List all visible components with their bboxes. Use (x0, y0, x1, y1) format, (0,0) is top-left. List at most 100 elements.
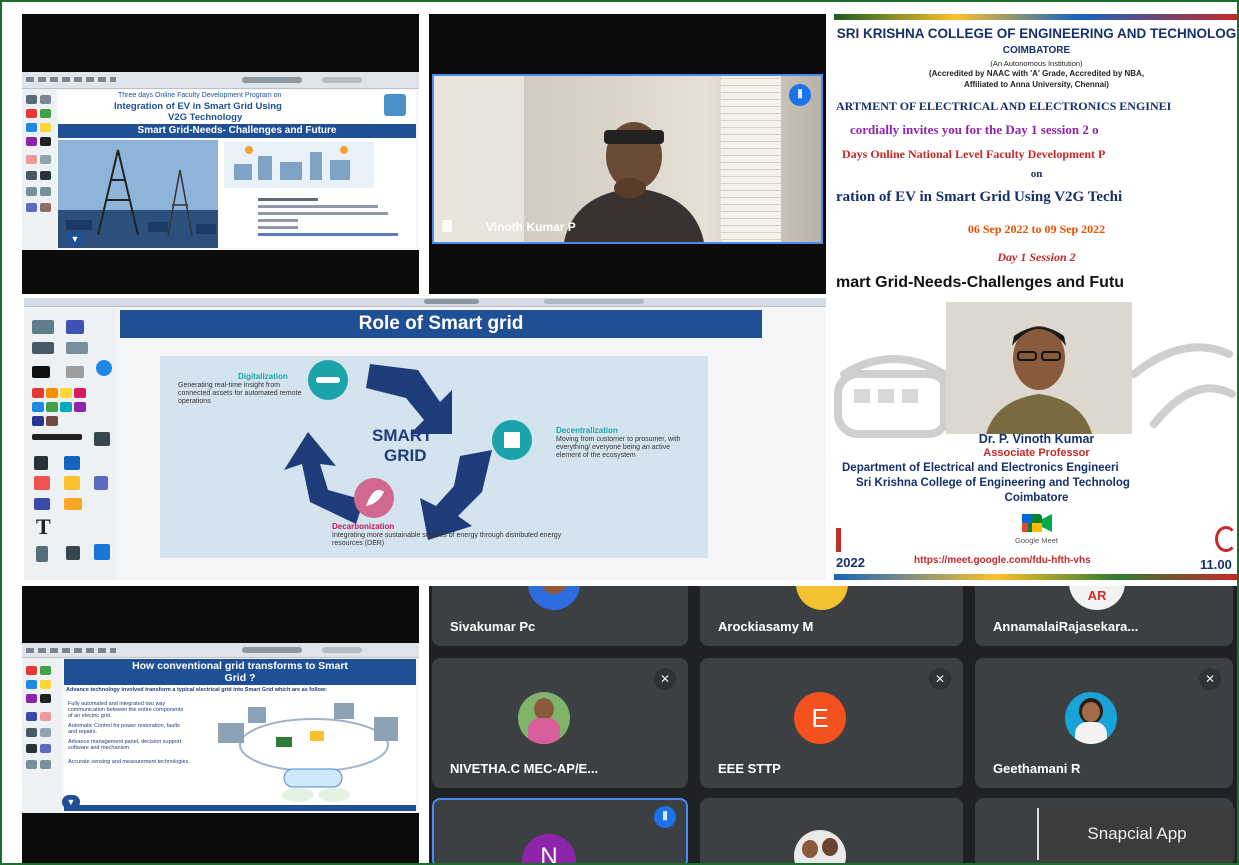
color-cyan-swatch[interactable] (60, 402, 72, 412)
text-tool-icon[interactable]: T (36, 514, 51, 540)
color-black-swatch[interactable] (40, 694, 51, 703)
color-black-swatch[interactable] (40, 137, 51, 146)
autonomous-note: (An Autonomous Institution) (990, 59, 1083, 68)
color-yellow-swatch[interactable] (60, 388, 72, 398)
pen-tool-icon[interactable] (26, 712, 37, 721)
timer-tool-icon[interactable] (36, 546, 48, 562)
tool-palette-3[interactable] (22, 658, 62, 813)
top-stripe (834, 14, 1237, 20)
color-blue-swatch[interactable] (26, 680, 37, 689)
tool-palette-2[interactable]: T (24, 308, 116, 580)
pointer-tool-icon[interactable] (34, 456, 48, 470)
participant-tile-8[interactable] (700, 798, 963, 863)
slide-3-title-line1: How conventional grid transforms to Smar… (132, 660, 348, 672)
redo-tool-icon[interactable] (40, 187, 51, 196)
nav-down-button[interactable]: ▼ (66, 232, 84, 246)
color-blue-swatch[interactable] (26, 123, 37, 132)
participant-3-name: AnnamalaiRajasekara... (993, 619, 1139, 634)
color-purple-swatch[interactable] (26, 137, 37, 146)
color-green-swatch[interactable] (40, 666, 51, 675)
save-tool-icon[interactable] (94, 432, 110, 446)
color-green-swatch[interactable] (46, 402, 58, 412)
color-red-swatch[interactable] (32, 388, 44, 398)
participant-1-avatar (528, 586, 580, 610)
color-green-swatch[interactable] (40, 109, 51, 118)
slide-window-3: How conventional grid transforms to Smar… (22, 643, 419, 813)
speaker-video-tile[interactable]: ⦀ Vinoth Kumar P (429, 14, 826, 294)
calendar-tool-icon[interactable] (94, 544, 110, 560)
pin-icon[interactable] (442, 220, 452, 232)
participant-tile-4[interactable]: ✕ NIVETHA.C MEC-AP/E... (432, 658, 688, 788)
shape-tool-icon[interactable] (40, 155, 51, 164)
college-city: COIMBATORE (1002, 45, 1071, 56)
undo-tool-icon[interactable] (26, 187, 37, 196)
speaker-portrait-image (946, 302, 1132, 434)
digitalization-text: Generating real-time insight from connec… (178, 382, 302, 405)
color-black-swatch[interactable] (32, 366, 50, 378)
zoom-tool-icon[interactable] (26, 203, 37, 212)
color-blue-swatch[interactable] (32, 402, 44, 412)
eraser-tool-icon[interactable] (40, 712, 51, 721)
color-orange-swatch[interactable] (46, 388, 58, 398)
color-yellow-swatch[interactable] (40, 680, 51, 689)
undo-tool-icon[interactable] (66, 546, 80, 560)
eraser-tool-icon[interactable] (34, 476, 50, 490)
color-darkblue-swatch[interactable] (32, 416, 44, 426)
line-tool-icon[interactable] (34, 498, 50, 510)
participant-tile-2[interactable]: Arockiasamy M (700, 586, 963, 646)
undo-tool-icon[interactable] (26, 760, 37, 769)
text-tool-icon[interactable] (40, 171, 51, 180)
color-red-swatch[interactable] (26, 666, 37, 675)
highlighter-tool-icon[interactable] (64, 476, 80, 490)
folder-tool-icon[interactable] (64, 498, 82, 510)
color-brown-swatch[interactable] (46, 416, 58, 426)
calendar-icon (836, 528, 841, 552)
participant-4-avatar (518, 692, 570, 744)
meet-link[interactable]: https://meet.google.com/fdu-hfth-vhs (914, 555, 1091, 566)
nav-down-button-3[interactable]: ▼ (62, 795, 80, 809)
pen-tool-icon[interactable] (26, 95, 37, 104)
slide-2-title: Role of Smart grid (358, 313, 524, 334)
participant-tile-6[interactable]: ✕ Geethamani R (975, 658, 1233, 788)
zoom-tool-icon[interactable] (66, 320, 84, 334)
participant-tile-5[interactable]: ✕ E EEE STTP (700, 658, 963, 788)
shape-tool-icon[interactable] (40, 728, 51, 737)
address-pill (242, 77, 302, 83)
color-purple-swatch[interactable] (26, 694, 37, 703)
hand-tool-icon[interactable] (40, 203, 51, 212)
pen-tool-icon[interactable] (64, 456, 80, 470)
line-tool-icon[interactable] (26, 728, 37, 737)
menu-strip-3 (26, 648, 116, 653)
program-dates: 06 Sep 2022 to 09 Sep 2022 (967, 222, 1106, 236)
search-tool-icon[interactable] (94, 476, 108, 490)
color-yellow-swatch[interactable] (40, 123, 51, 132)
color-purple-swatch[interactable] (74, 402, 86, 412)
participant-tile-1[interactable]: Sivakumar Pc (432, 586, 688, 646)
select-tool-icon[interactable] (32, 320, 54, 334)
color-gray-swatch[interactable] (66, 366, 84, 378)
program-topic: ration of EV in Smart Grid Using V2G Tec… (836, 189, 1123, 205)
eraser-tool-icon[interactable] (26, 155, 37, 164)
slide-tile-2: T Role of Smart grid SMART GRID Digitali… (24, 298, 826, 580)
color-red-swatch[interactable] (26, 109, 37, 118)
select-tool-icon[interactable] (40, 95, 51, 104)
redo-tool-icon[interactable] (40, 760, 51, 769)
line-width-tool-icon[interactable] (32, 434, 82, 440)
screen-tool-icon[interactable] (66, 342, 88, 354)
line-tool-icon[interactable] (26, 171, 37, 180)
participant-tile-3[interactable]: AR AnnamalaiRajasekara... (975, 586, 1233, 646)
tool-palette[interactable] (22, 89, 56, 250)
participant-8-avatar (794, 830, 846, 863)
decentralization-title: Decentralization (556, 426, 618, 435)
slide-2-title-bar: Role of Smart grid (120, 310, 762, 338)
color-magenta-swatch[interactable] (74, 388, 86, 398)
transmission-tower-image (58, 140, 218, 248)
address-pill-3 (242, 647, 302, 653)
participant-tile-7[interactable]: ⦀ N (432, 798, 688, 863)
zoom-tool-icon[interactable] (40, 744, 51, 753)
arrow-tool-icon[interactable] (32, 342, 54, 354)
globe-tool-icon[interactable] (96, 360, 112, 376)
collage-frame: Three days Online Faculty Development Pr… (0, 0, 1239, 865)
text-tool-icon[interactable] (26, 744, 37, 753)
tab-pill-3 (544, 299, 644, 304)
